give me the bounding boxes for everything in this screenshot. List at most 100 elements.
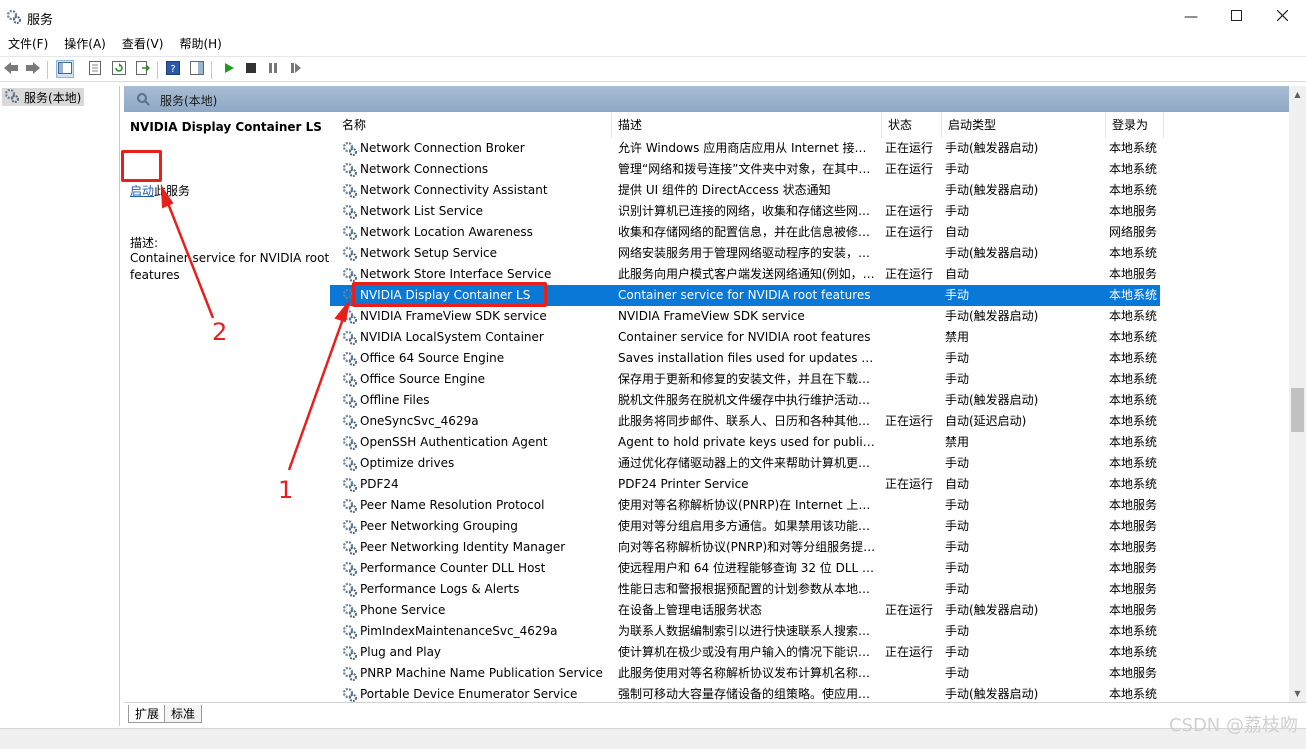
- service-name-cell: Office Source Engine: [342, 369, 608, 390]
- annotation-box-start-link: [121, 150, 162, 182]
- tab-extended[interactable]: 扩展: [128, 705, 167, 723]
- restart-service-button[interactable]: [287, 60, 305, 78]
- table-row[interactable]: Network Connection Broker 允许 Windows 应用商店…: [330, 138, 1160, 159]
- service-name-cell: Network Connectivity Assistant: [342, 180, 608, 201]
- menu-action[interactable]: 操作(A): [56, 34, 114, 54]
- service-startup-type: 自动(延迟启动): [945, 414, 1027, 428]
- service-status: [885, 348, 943, 369]
- service-description: 此服务使用对等名称解析协议发布计算机名称…: [618, 666, 871, 680]
- service-detail-pane: NVIDIA Display Container LS 启动此服务 描述: Co…: [124, 112, 330, 702]
- gear-icon: [342, 624, 358, 640]
- table-row[interactable]: OneSyncSvc_4629a 此服务将同步邮件、联系人、日历和各种其他… 正在运…: [330, 411, 1160, 432]
- service-name: PDF24: [360, 477, 399, 491]
- table-row[interactable]: Network Connectivity Assistant 提供 UI 组件的 …: [330, 180, 1160, 201]
- table-row[interactable]: Peer Networking Identity Manager 向对等名称解析协…: [330, 537, 1160, 558]
- table-row[interactable]: Offline Files 脱机文件服务在脱机文件缓存中执行维护活动… 手动(触发器…: [330, 390, 1160, 411]
- table-row[interactable]: Portable Device Enumerator Service 强制可移动大…: [330, 684, 1160, 702]
- column-header-name[interactable]: 名称: [336, 112, 612, 138]
- scroll-down-button[interactable]: ▼: [1289, 685, 1306, 702]
- menu-view[interactable]: 查看(V): [114, 34, 172, 54]
- service-description: 通过优化存储驱动器上的文件来帮助计算机更…: [618, 456, 871, 470]
- table-row[interactable]: NVIDIA LocalSystem Container Container se…: [330, 327, 1160, 348]
- forward-arrow-icon: [25, 61, 41, 78]
- table-row[interactable]: PimIndexMaintenanceSvc_4629a 为联系人数据编制索引以进…: [330, 621, 1160, 642]
- forward-button[interactable]: [24, 60, 42, 78]
- console-tree-button[interactable]: [56, 60, 74, 78]
- service-logon-as: 本地服务: [1109, 582, 1158, 596]
- menu-help[interactable]: 帮助(H): [171, 34, 229, 54]
- service-name: OpenSSH Authentication Agent: [360, 435, 548, 449]
- table-row[interactable]: Network Location Awareness 收集和存储网络的配置信息，并…: [330, 222, 1160, 243]
- minimize-button[interactable]: —: [1171, 6, 1211, 28]
- table-row[interactable]: Office 64 Source Engine Saves installatio…: [330, 348, 1160, 369]
- stop-service-button[interactable]: [242, 60, 260, 78]
- service-startup-type: 手动: [945, 582, 970, 596]
- maximize-button[interactable]: [1216, 6, 1256, 28]
- service-name-cell: Network Location Awareness: [342, 222, 608, 243]
- gear-icon: [342, 456, 358, 472]
- service-description: 使远程用户和 64 位进程能够查询 32 位 DLL …: [618, 561, 875, 575]
- service-startup-type: 手动(触发器启动): [945, 603, 1039, 617]
- resume-icon: [290, 62, 302, 77]
- service-logon-as: 网络服务: [1109, 225, 1158, 239]
- scroll-thumb[interactable]: [1291, 388, 1304, 432]
- tree-item-services-local[interactable]: 服务(本地): [2, 88, 85, 106]
- service-name: Phone Service: [360, 603, 446, 617]
- scroll-up-button[interactable]: ▲: [1289, 86, 1306, 103]
- table-row[interactable]: Plug and Play 使计算机在极少或没有用户输入的情况下能识… 正在运行 手动…: [330, 642, 1160, 663]
- table-row[interactable]: Peer Name Resolution Protocol 使用对等名称解析协议(…: [330, 495, 1160, 516]
- refresh-icon: [112, 60, 126, 78]
- service-logon-as: 本地服务: [1109, 498, 1158, 512]
- table-row[interactable]: OpenSSH Authentication Agent Agent to hol…: [330, 432, 1160, 453]
- start-service-link[interactable]: 启动: [130, 184, 154, 198]
- gear-icon: [342, 687, 358, 703]
- pause-service-button[interactable]: [264, 60, 282, 78]
- service-description: NVIDIA FrameView SDK service: [618, 309, 805, 323]
- table-row[interactable]: Peer Networking Grouping 使用对等分组启用多方通信。如果禁…: [330, 516, 1160, 537]
- annotation-box-selected-service: [352, 282, 547, 307]
- table-row[interactable]: Optimize drives 通过优化存储驱动器上的文件来帮助计算机更… 手动 本地…: [330, 453, 1160, 474]
- table-row[interactable]: Performance Counter DLL Host 使远程用户和 64 位进…: [330, 558, 1160, 579]
- service-status: [885, 537, 943, 558]
- column-header-logon-as[interactable]: 登录为: [1106, 112, 1164, 138]
- table-row[interactable]: Network List Service 识别计算机已连接的网络，收集和存储这些网…: [330, 201, 1160, 222]
- column-header-startup-type[interactable]: 启动类型: [942, 112, 1106, 138]
- table-row[interactable]: Network Setup Service 网络安装服务用于管理网络驱动程序的安装…: [330, 243, 1160, 264]
- table-row[interactable]: Performance Logs & Alerts 性能日志和警报根据预配置的计划…: [330, 579, 1160, 600]
- table-row[interactable]: NVIDIA FrameView SDK service NVIDIA Frame…: [330, 306, 1160, 327]
- gear-icon: [342, 246, 358, 262]
- service-logon-as: 本地系统: [1109, 141, 1158, 155]
- service-name-cell: NVIDIA FrameView SDK service: [342, 306, 608, 327]
- service-description: 收集和存储网络的配置信息，并在此信息被修…: [618, 225, 871, 239]
- table-row[interactable]: PNRP Machine Name Publication Service 此服务…: [330, 663, 1160, 684]
- column-header-description[interactable]: 描述: [612, 112, 882, 138]
- selected-service-title: NVIDIA Display Container LS: [130, 120, 322, 134]
- export-list-button[interactable]: [134, 60, 152, 78]
- table-row[interactable]: Office Source Engine 保存用于更新和修复的安装文件，并且在下载…: [330, 369, 1160, 390]
- service-startup-type: 手动: [945, 351, 970, 365]
- vertical-scrollbar[interactable]: ▲ ▼: [1289, 86, 1306, 702]
- gear-icon: [342, 225, 358, 241]
- start-service-button[interactable]: [220, 60, 238, 78]
- close-button[interactable]: [1262, 6, 1302, 28]
- refresh-button[interactable]: [110, 60, 128, 78]
- help-button[interactable]: ?: [164, 60, 182, 78]
- column-header-status[interactable]: 状态: [882, 112, 942, 138]
- service-name-cell: NVIDIA LocalSystem Container: [342, 327, 608, 348]
- service-logon-as: 本地系统: [1109, 687, 1158, 701]
- back-button[interactable]: [2, 60, 20, 78]
- service-logon-as: 本地服务: [1109, 540, 1158, 554]
- table-row[interactable]: Network Connections 管理“网络和拨号连接”文件夹中对象，在其中…: [330, 159, 1160, 180]
- tab-standard[interactable]: 标准: [164, 705, 203, 723]
- service-logon-as: 本地系统: [1109, 183, 1158, 197]
- service-status: 正在运行: [885, 225, 934, 239]
- service-name: PimIndexMaintenanceSvc_4629a: [360, 624, 558, 638]
- table-row[interactable]: Phone Service 在设备上管理电话服务状态 正在运行 手动(触发器启动) 本地…: [330, 600, 1160, 621]
- show-hide-action-pane-button[interactable]: [188, 60, 206, 78]
- service-description: 此服务将同步邮件、联系人、日历和各种其他…: [618, 414, 871, 428]
- service-name-cell: Performance Counter DLL Host: [342, 558, 608, 579]
- menu-file[interactable]: 文件(F): [0, 34, 56, 54]
- table-row[interactable]: PDF24 PDF24 Printer Service 正在运行 自动 本地系统: [330, 474, 1160, 495]
- service-name-cell: Performance Logs & Alerts: [342, 579, 608, 600]
- properties-button[interactable]: [86, 60, 104, 78]
